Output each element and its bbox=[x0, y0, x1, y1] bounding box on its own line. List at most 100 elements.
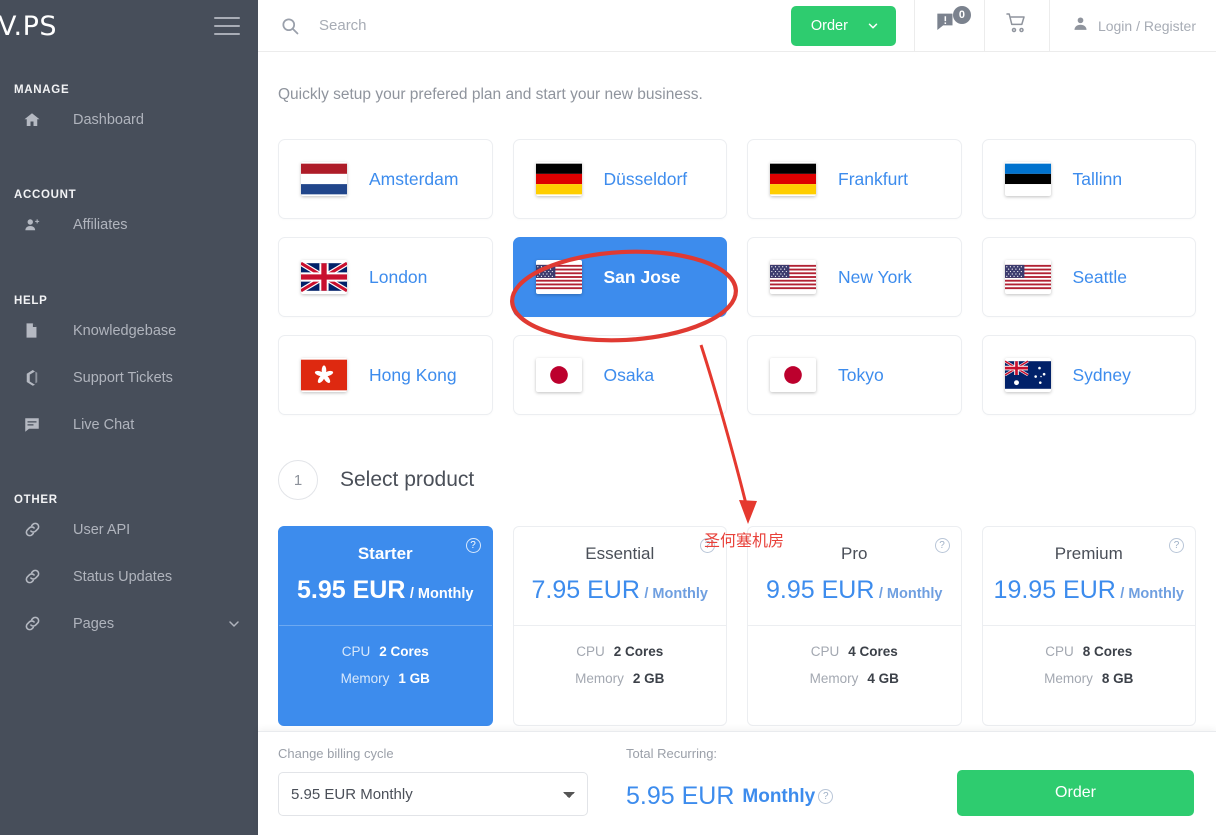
sidebar-item-support-tickets[interactable]: Support Tickets bbox=[0, 354, 258, 401]
product-price-amount: 9.95 EUR bbox=[766, 576, 875, 604]
sidebar-item-label: Knowledgebase bbox=[73, 322, 177, 339]
sidebar-item-label: Live Chat bbox=[73, 416, 135, 433]
sidebar-item-pages[interactable]: Pages bbox=[0, 600, 258, 647]
hamburger-icon[interactable] bbox=[214, 17, 240, 35]
help-icon[interactable]: ? bbox=[465, 538, 481, 553]
spec-value: 2 Cores bbox=[379, 644, 429, 659]
search-input[interactable] bbox=[319, 17, 739, 34]
sidebar-item-label: Affiliates bbox=[73, 216, 128, 233]
product-specs: CPU 8 Cores Memory 8 GB bbox=[983, 626, 1196, 708]
product-card-essential[interactable]: ? Essential 7.95 EUR / Monthly CPU 2 Cor… bbox=[512, 526, 727, 726]
sidebar-item-affiliates[interactable]: Affiliates bbox=[0, 201, 258, 248]
location-name: Tokyo bbox=[838, 364, 884, 385]
location-name: Frankfurt bbox=[838, 168, 909, 189]
sidebar-section-manage: MANAGE bbox=[14, 84, 70, 96]
product-name: Essential bbox=[585, 544, 655, 563]
notification-badge: 0 bbox=[952, 6, 971, 24]
sidebar-section-account: ACCOUNT bbox=[14, 189, 77, 201]
location-card-amsterdam[interactable]: Amsterdam bbox=[278, 139, 493, 219]
product-price: 9.95 EUR / Monthly bbox=[758, 576, 951, 605]
location-card-osaka[interactable]: Osaka bbox=[512, 335, 727, 415]
help-icon[interactable]: ? bbox=[1169, 538, 1184, 553]
notifications-button[interactable]: 0 bbox=[913, 0, 984, 51]
product-specs: CPU 2 Cores Memory 2 GB bbox=[514, 626, 727, 708]
product-price-period: / Monthly bbox=[1120, 586, 1184, 602]
home-icon bbox=[23, 111, 49, 129]
sidebar-item-label: Pages bbox=[73, 615, 115, 632]
sidebar-item-status-updates[interactable]: Status Updates bbox=[0, 553, 258, 600]
search-icon bbox=[280, 16, 300, 36]
product-name: Premium bbox=[1054, 544, 1123, 563]
location-name: Sydney bbox=[1072, 364, 1131, 385]
chevron-down-icon[interactable] bbox=[226, 616, 242, 632]
spec-row: CPU 2 Cores bbox=[293, 644, 478, 659]
location-card-tallinn[interactable]: Tallinn bbox=[981, 139, 1196, 219]
step-number: 1 bbox=[278, 460, 318, 500]
sidebar-item-user-api[interactable]: User API bbox=[0, 506, 258, 553]
billing-cycle-group: Change billing cycle 5.95 EUR Monthly bbox=[278, 746, 590, 816]
flag-united-states-icon bbox=[535, 260, 582, 294]
location-card-sydney[interactable]: Sydney bbox=[981, 335, 1196, 415]
spec-row: Memory 2 GB bbox=[528, 671, 713, 686]
location-name: Hong Kong bbox=[369, 364, 457, 385]
spec-value: 4 GB bbox=[867, 671, 899, 686]
location-card-london[interactable]: London bbox=[278, 237, 493, 317]
location-card-hong-kong[interactable]: Hong Kong bbox=[278, 335, 493, 415]
link-icon bbox=[23, 520, 49, 539]
sidebar-item-label: Support Tickets bbox=[73, 369, 173, 386]
product-price: 7.95 EUR / Monthly bbox=[524, 576, 717, 605]
flag-japan-icon bbox=[770, 358, 816, 392]
total-recurring-value: 5.95 EUR Monthly ? bbox=[626, 782, 834, 811]
product-name: Starter bbox=[357, 544, 413, 563]
users-add-icon bbox=[23, 216, 49, 234]
product-price-amount: 7.95 EUR bbox=[531, 576, 640, 604]
login-register-button[interactable]: Login / Register bbox=[1048, 0, 1216, 51]
location-grid: Amsterdam Düsseldorf Frankfurt Tallinn L… bbox=[278, 139, 1196, 415]
product-card-starter[interactable]: ? Starter 5.95 EUR / Monthly CPU 2 Cores bbox=[278, 526, 493, 726]
location-card-new-york[interactable]: New York bbox=[747, 237, 962, 317]
location-name: Amsterdam bbox=[369, 168, 459, 189]
order-button[interactable]: Order bbox=[957, 770, 1194, 816]
location-card-tokyo[interactable]: Tokyo bbox=[747, 335, 962, 415]
flag-united-kingdom-icon bbox=[301, 260, 347, 294]
location-card-dusseldorf[interactable]: Düsseldorf bbox=[512, 139, 727, 219]
total-recurring-group: Total Recurring: 5.95 EUR Monthly ? bbox=[626, 746, 834, 811]
location-card-seattle[interactable]: Seattle bbox=[981, 237, 1196, 317]
location-name: Tallinn bbox=[1072, 168, 1123, 189]
cart-button[interactable] bbox=[983, 0, 1049, 51]
spec-key: CPU bbox=[1045, 644, 1074, 659]
billing-cycle-select[interactable]: 5.95 EUR Monthly bbox=[278, 772, 588, 816]
search-container bbox=[258, 0, 791, 51]
login-register-label: Login / Register bbox=[1097, 17, 1196, 34]
location-name: Düsseldorf bbox=[603, 168, 688, 189]
link-icon bbox=[23, 567, 49, 586]
product-price-period: / Monthly bbox=[644, 586, 708, 602]
spec-row: Memory 8 GB bbox=[997, 671, 1182, 686]
flag-estonia-icon bbox=[1004, 162, 1051, 196]
spec-row: Memory 4 GB bbox=[762, 671, 947, 686]
product-card-pro[interactable]: ? Pro 9.95 EUR / Monthly CPU 4 Cores Mem… bbox=[747, 526, 962, 726]
user-icon bbox=[1072, 15, 1089, 37]
flag-netherlands-icon bbox=[301, 162, 347, 196]
flag-hong-kong-icon bbox=[301, 358, 347, 392]
flag-japan-icon bbox=[535, 358, 582, 392]
help-icon[interactable]: ? bbox=[818, 789, 834, 804]
brand-logo[interactable]: V.PS bbox=[0, 11, 57, 42]
help-icon[interactable]: ? bbox=[934, 538, 950, 553]
location-card-frankfurt[interactable]: Frankfurt bbox=[747, 139, 962, 219]
spec-value: 1 GB bbox=[398, 671, 430, 686]
content-area: Quickly setup your prefered plan and sta… bbox=[258, 52, 1216, 835]
location-name: Seattle bbox=[1072, 266, 1127, 287]
document-icon bbox=[23, 321, 49, 340]
sidebar-item-dashboard[interactable]: Dashboard bbox=[0, 96, 258, 143]
spec-value: 2 Cores bbox=[613, 644, 664, 659]
sidebar-item-knowledgebase[interactable]: Knowledgebase bbox=[0, 307, 258, 354]
product-card-premium[interactable]: ? Premium 19.95 EUR / Monthly CPU 8 Core… bbox=[981, 526, 1196, 726]
product-grid: ? Starter 5.95 EUR / Monthly CPU 2 Cores bbox=[278, 526, 1196, 726]
spec-key: CPU bbox=[576, 644, 605, 659]
sidebar-item-live-chat[interactable]: Live Chat bbox=[0, 401, 258, 448]
location-card-san-jose[interactable]: San Jose bbox=[512, 237, 727, 317]
billing-cycle-label: Change billing cycle bbox=[278, 746, 394, 761]
product-header: ? Starter 5.95 EUR / Monthly bbox=[279, 527, 492, 626]
header-order-button[interactable]: Order bbox=[790, 5, 896, 46]
